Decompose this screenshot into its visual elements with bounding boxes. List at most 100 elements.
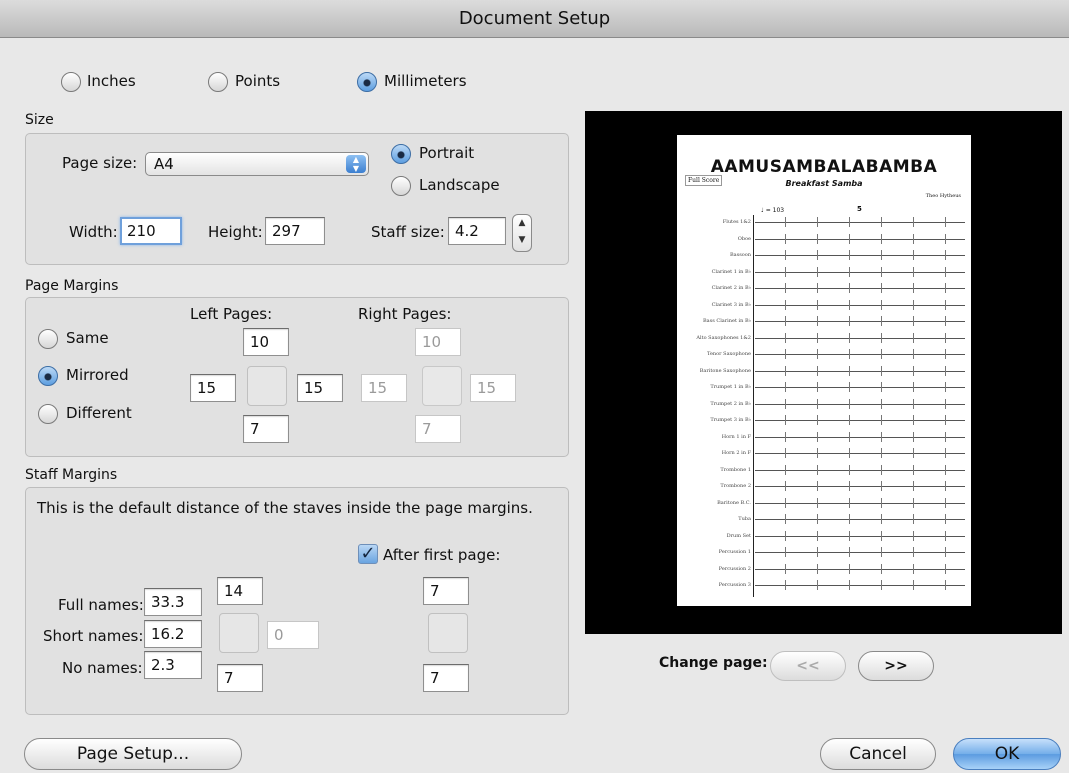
after-first-page-label[interactable]: After first page:	[383, 546, 500, 564]
landscape-radio[interactable]	[391, 176, 411, 196]
barline	[849, 415, 850, 425]
portrait-label[interactable]: Portrait	[419, 144, 474, 162]
barline	[849, 266, 850, 277]
same-label[interactable]: Same	[66, 329, 109, 347]
instrument-name: Horn 1 in F	[721, 433, 751, 440]
barline	[881, 398, 882, 409]
staff-margins-description: This is the default distance of the stav…	[37, 499, 533, 517]
no-names-input[interactable]: 2.3	[144, 651, 202, 679]
points-label[interactable]: Points	[235, 72, 280, 90]
same-radio[interactable]	[38, 329, 58, 349]
checkmark-icon: ✓	[360, 543, 376, 564]
previous-page-button[interactable]: <<	[770, 651, 846, 681]
short-names-input[interactable]: 16.2	[144, 620, 202, 648]
barline	[817, 497, 818, 508]
inches-label[interactable]: Inches	[87, 72, 136, 90]
mirrored-label[interactable]: Mirrored	[66, 366, 129, 384]
first-page-top-input[interactable]: 14	[217, 577, 263, 605]
barline	[913, 233, 914, 244]
cancel-button[interactable]: Cancel	[820, 738, 936, 770]
different-label[interactable]: Different	[66, 404, 132, 422]
portrait-radio[interactable]	[391, 144, 411, 164]
instrument-name: Clarinet 1 in B♭	[711, 268, 751, 275]
barline	[849, 464, 850, 475]
barline	[849, 448, 850, 458]
barline	[785, 530, 786, 541]
points-radio[interactable]	[208, 72, 228, 92]
barline	[913, 497, 914, 508]
instrument-name: Bass Clarinet in B♭	[703, 318, 751, 324]
right-right-margin-input: 15	[470, 374, 516, 402]
instrument-name: Flutes 1&2	[722, 219, 751, 225]
barline	[881, 299, 882, 310]
left-bottom-margin-input[interactable]: 7	[243, 415, 289, 443]
after-page-bottom-input[interactable]: 7	[423, 664, 469, 692]
ok-button[interactable]: OK	[953, 738, 1061, 770]
barline	[881, 448, 882, 458]
barline	[849, 431, 850, 442]
barline	[881, 316, 882, 326]
next-page-button[interactable]: >>	[858, 651, 934, 681]
first-page-right-input: 0	[267, 621, 319, 649]
staff-margins-heading: Staff Margins	[25, 467, 118, 483]
score-page-thumbnail: AAMUSAMBALABAMBA Breakfast Samba Full Sc…	[677, 135, 971, 606]
staff-line	[755, 288, 965, 289]
instrument-name: Trumpet 3 in B♭	[710, 417, 751, 423]
landscape-label[interactable]: Landscape	[419, 176, 500, 194]
barline	[817, 448, 818, 458]
instrument-name: Percussion 1	[718, 549, 751, 555]
first-page-bottom-input[interactable]: 7	[217, 664, 263, 692]
barline	[913, 481, 914, 491]
right-pages-label: Right Pages:	[358, 305, 452, 323]
after-first-page-checkbox[interactable]: ✓	[358, 544, 378, 564]
barline	[881, 431, 882, 442]
right-top-margin-input: 10	[415, 328, 461, 356]
barline	[849, 217, 850, 227]
barline	[945, 283, 946, 293]
after-page-top-input[interactable]: 7	[423, 577, 469, 605]
change-page-label: Change page:	[659, 655, 768, 671]
barline	[881, 514, 882, 524]
barline	[913, 332, 914, 343]
left-left-margin-input[interactable]: 15	[190, 374, 236, 402]
tempo-marking: ♩ = 103	[761, 207, 785, 214]
barline	[785, 233, 786, 244]
instrument-name: Clarinet 3 in B♭	[711, 301, 751, 308]
barline	[945, 415, 946, 425]
barline	[785, 514, 786, 524]
staff-line	[755, 436, 965, 438]
barline	[785, 332, 786, 343]
inches-radio[interactable]	[61, 72, 81, 92]
width-input[interactable]: 210	[120, 217, 182, 245]
full-names-input[interactable]: 33.3	[144, 588, 202, 616]
barline	[881, 233, 882, 244]
stepper-down-icon[interactable]: ▼	[519, 235, 526, 245]
left-top-margin-input[interactable]: 10	[243, 328, 289, 356]
window-title: Document Setup	[0, 0, 1069, 38]
page-setup-button[interactable]: Page Setup...	[24, 738, 242, 770]
page-size-select[interactable]: A4 ▲ ▼	[145, 152, 369, 176]
different-radio[interactable]	[38, 404, 58, 424]
barline	[849, 530, 850, 541]
barline	[881, 464, 882, 475]
stepper-up-icon[interactable]: ▲	[519, 218, 526, 228]
right-bottom-margin-input: 7	[415, 415, 461, 443]
barline	[913, 415, 914, 425]
staff-line	[755, 453, 965, 454]
barline	[913, 349, 914, 359]
millimeters-radio[interactable]	[357, 72, 377, 92]
millimeters-label[interactable]: Millimeters	[384, 72, 467, 90]
barline	[849, 497, 850, 508]
mirrored-radio[interactable]	[38, 366, 58, 386]
instrument-name: Trumpet 1 in B♭	[710, 384, 751, 390]
staff-line	[755, 519, 965, 520]
barline	[945, 299, 946, 310]
height-input[interactable]: 297	[265, 217, 325, 245]
staff-size-input[interactable]: 4.2	[448, 217, 506, 245]
barline	[913, 266, 914, 277]
barline	[785, 365, 786, 376]
barline	[945, 431, 946, 442]
barline	[881, 283, 882, 293]
staff-size-stepper[interactable]: ▲ ▼	[512, 214, 532, 252]
left-right-margin-input[interactable]: 15	[297, 374, 343, 402]
